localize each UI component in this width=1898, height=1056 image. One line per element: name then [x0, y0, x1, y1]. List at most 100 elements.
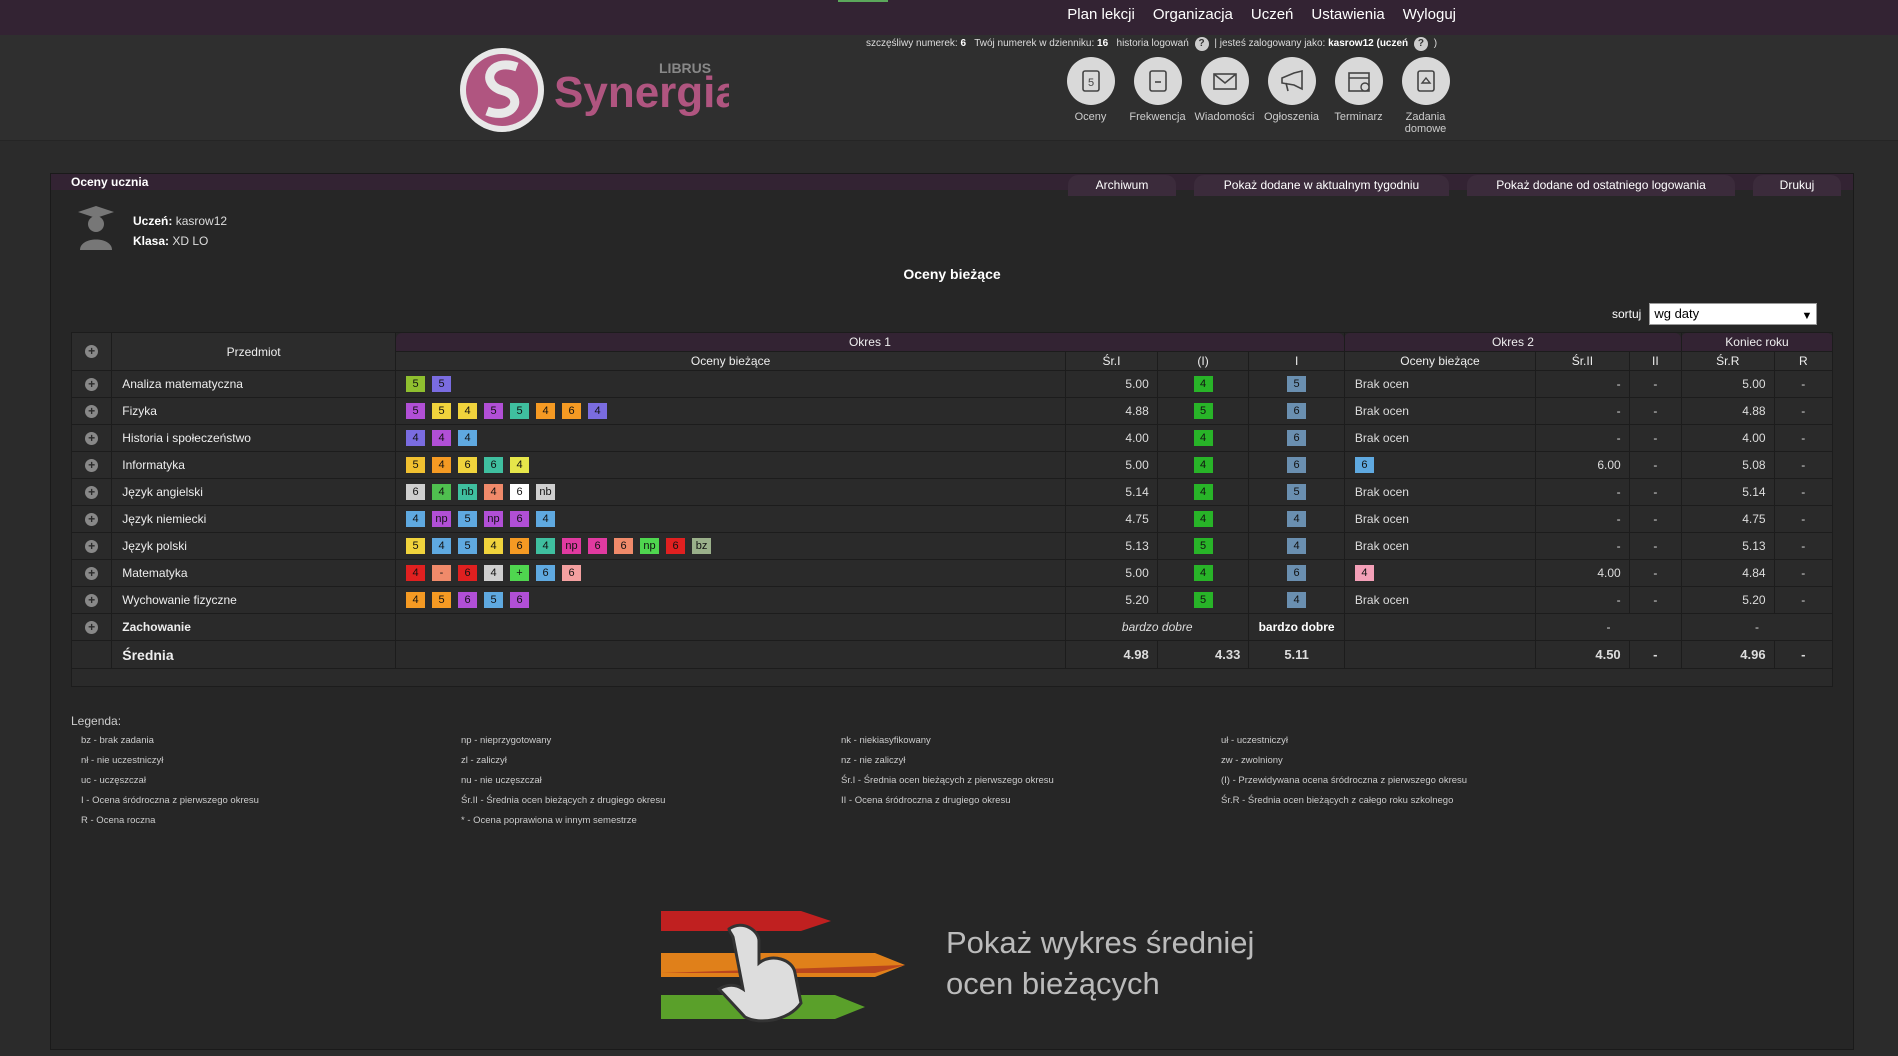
nav-grades[interactable]: 5 Oceny: [1057, 57, 1124, 135]
grade-badge[interactable]: 6: [510, 592, 530, 608]
grade-badge[interactable]: 4: [510, 457, 530, 473]
grade-badge[interactable]: 6: [562, 565, 582, 581]
grade-badge[interactable]: 6: [614, 538, 634, 554]
tab-current-week[interactable]: Pokaż dodane w aktualnym tygodniu: [1194, 175, 1449, 196]
grade-badge[interactable]: -: [432, 565, 452, 581]
grade-badge[interactable]: 6: [536, 565, 556, 581]
grade-badge[interactable]: 4: [458, 430, 478, 446]
grade-badge[interactable]: 5: [510, 403, 530, 419]
predicted-badge[interactable]: 5: [1193, 538, 1213, 554]
expand-icon[interactable]: +: [85, 404, 99, 418]
nav-homework[interactable]: Zadania domowe: [1392, 57, 1459, 135]
expand-icon[interactable]: +: [85, 620, 99, 634]
grade-badge[interactable]: 6: [458, 592, 478, 608]
predicted-badge[interactable]: 5: [1193, 592, 1213, 608]
midterm-badge[interactable]: 6: [1287, 403, 1307, 419]
nav-attendance[interactable]: Frekwencja: [1124, 57, 1191, 135]
predicted-badge[interactable]: 4: [1193, 430, 1213, 446]
menu-plan-lekcji[interactable]: Plan lekcji: [1067, 6, 1135, 23]
midterm-badge[interactable]: 4: [1287, 592, 1307, 608]
grade-badge[interactable]: 4: [406, 511, 426, 527]
predicted-badge[interactable]: 4: [1193, 484, 1213, 500]
grade-badge[interactable]: 5: [484, 592, 504, 608]
nav-calendar[interactable]: Terminarz: [1325, 57, 1392, 135]
grade-badge[interactable]: 6: [510, 484, 530, 500]
grade-badge[interactable]: np: [640, 538, 660, 554]
grade-badge[interactable]: nb: [536, 484, 556, 500]
show-chart-label[interactable]: Pokaż wykres średniej ocen bieżących: [946, 922, 1254, 1004]
grade-badge[interactable]: 4: [432, 457, 452, 473]
grade-badge[interactable]: 6: [458, 457, 478, 473]
expand-icon[interactable]: +: [85, 512, 99, 526]
help-icon[interactable]: ?: [1194, 37, 1209, 51]
grade-badge[interactable]: 4: [484, 565, 504, 581]
grade-badge[interactable]: 6: [588, 538, 608, 554]
grade-badge[interactable]: 4: [536, 403, 556, 419]
predicted-badge[interactable]: 4: [1193, 457, 1213, 473]
nav-envelope[interactable]: Wiadomości: [1191, 57, 1258, 135]
tab-since-last-login[interactable]: Pokaż dodane od ostatniego logowania: [1467, 175, 1735, 196]
grade-badge[interactable]: 6: [458, 565, 478, 581]
expand-icon[interactable]: +: [85, 377, 99, 391]
grade-badge[interactable]: 4: [588, 403, 608, 419]
grade-badge[interactable]: 4: [458, 403, 478, 419]
grade-badge[interactable]: np: [562, 538, 582, 554]
grade-badge[interactable]: 5: [406, 403, 426, 419]
expand-icon[interactable]: +: [85, 593, 99, 607]
menu-ustawienia[interactable]: Ustawienia: [1311, 6, 1384, 23]
expand-icon[interactable]: +: [85, 458, 99, 472]
expand-icon[interactable]: +: [85, 431, 99, 445]
grade-badge[interactable]: 5: [432, 403, 452, 419]
grade-badge[interactable]: np: [484, 511, 504, 527]
grade-badge[interactable]: 4: [406, 430, 426, 446]
login-history-link[interactable]: historia logowań: [1117, 38, 1189, 49]
midterm-badge[interactable]: 5: [1287, 376, 1307, 392]
help-icon[interactable]: ?: [1413, 37, 1428, 51]
grade-badge[interactable]: 6: [1354, 457, 1374, 473]
expand-all-icon[interactable]: +: [85, 345, 99, 358]
menu-wyloguj[interactable]: Wyloguj: [1403, 6, 1456, 23]
grade-badge[interactable]: 5: [406, 538, 426, 554]
grade-badge[interactable]: nb: [458, 484, 478, 500]
midterm-badge[interactable]: 4: [1287, 511, 1307, 527]
expand-icon[interactable]: +: [85, 485, 99, 499]
midterm-badge[interactable]: 6: [1287, 565, 1307, 581]
grade-badge[interactable]: 6: [562, 403, 582, 419]
grade-badge[interactable]: 5: [458, 538, 478, 554]
midterm-badge[interactable]: 4: [1287, 538, 1307, 554]
grade-badge[interactable]: 4: [484, 484, 504, 500]
grade-badge[interactable]: 6: [484, 457, 504, 473]
grade-badge[interactable]: 6: [510, 511, 530, 527]
predicted-badge[interactable]: 4: [1193, 565, 1213, 581]
grade-badge[interactable]: 4: [406, 565, 426, 581]
logo[interactable]: Synergia LIBRUS: [459, 45, 740, 140]
midterm-badge[interactable]: 6: [1287, 430, 1307, 446]
tab-drukuj[interactable]: Drukuj: [1753, 175, 1841, 196]
grade-badge[interactable]: 5: [432, 592, 452, 608]
grade-badge[interactable]: 4: [432, 484, 452, 500]
grade-badge[interactable]: bz: [692, 538, 712, 554]
midterm-badge[interactable]: 5: [1287, 484, 1307, 500]
predicted-badge[interactable]: 4: [1193, 376, 1213, 392]
grade-badge[interactable]: 6: [406, 484, 426, 500]
grade-badge[interactable]: 4: [484, 538, 504, 554]
nav-megaphone[interactable]: Ogłoszenia: [1258, 57, 1325, 135]
midterm-badge[interactable]: 6: [1287, 457, 1307, 473]
grade-badge[interactable]: 4: [1354, 565, 1374, 581]
menu-uczen[interactable]: Uczeń: [1251, 6, 1294, 23]
tab-archiwum[interactable]: Archiwum: [1068, 175, 1176, 196]
grade-badge[interactable]: 6: [666, 538, 686, 554]
grade-badge[interactable]: +: [510, 565, 530, 581]
grade-badge[interactable]: 5: [458, 511, 478, 527]
grade-badge[interactable]: 4: [406, 592, 426, 608]
expand-icon[interactable]: +: [85, 566, 99, 580]
grade-badge[interactable]: 4: [432, 430, 452, 446]
grade-badge[interactable]: 5: [406, 376, 426, 392]
grade-badge[interactable]: 6: [510, 538, 530, 554]
expand-icon[interactable]: +: [85, 539, 99, 553]
grade-badge[interactable]: 5: [406, 457, 426, 473]
menu-organizacja[interactable]: Organizacja: [1153, 6, 1233, 23]
predicted-badge[interactable]: 5: [1193, 403, 1213, 419]
grade-badge[interactable]: 4: [536, 511, 556, 527]
grade-badge[interactable]: 4: [432, 538, 452, 554]
